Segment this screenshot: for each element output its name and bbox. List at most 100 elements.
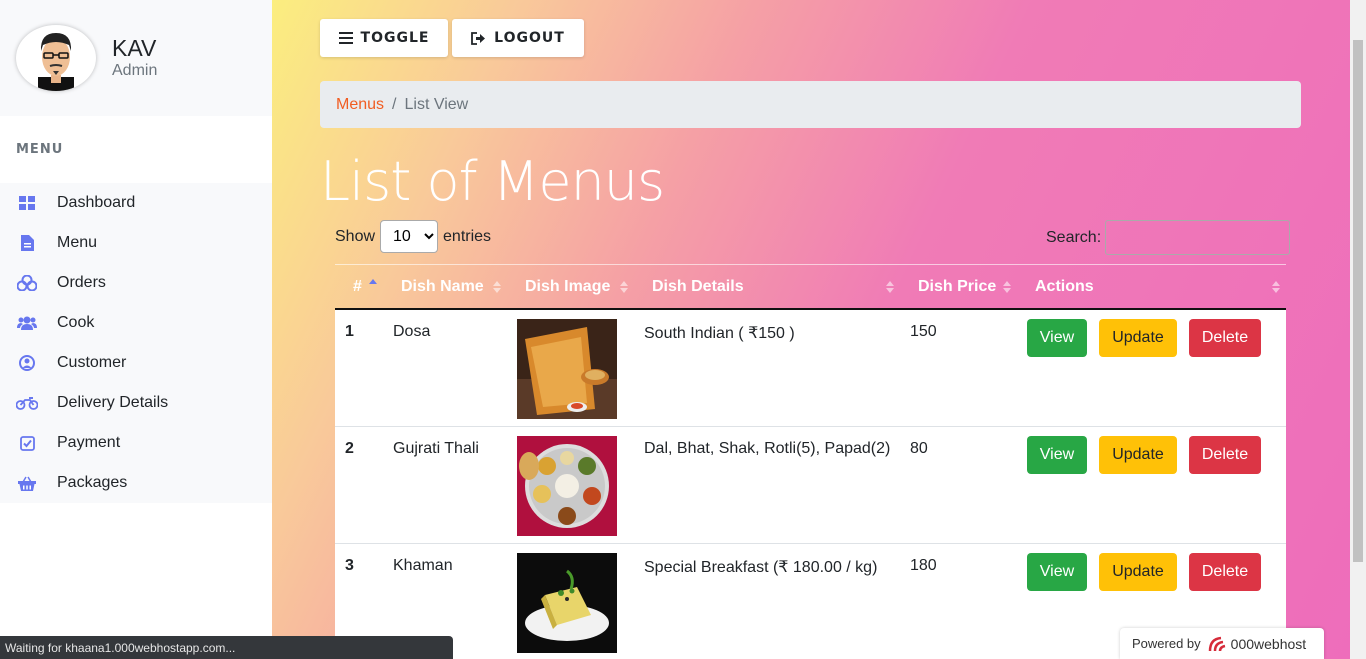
sidebar-item-orders[interactable]: Orders: [0, 263, 272, 303]
dish-details: South Indian ( ₹150 ): [644, 325, 795, 342]
cubes-icon: [16, 274, 38, 292]
sort-icon: [1003, 281, 1011, 293]
search-input[interactable]: [1105, 220, 1291, 255]
table-header: # Dish Name Dish Image Dish Details Dish…: [335, 264, 1286, 310]
sidebar-item-delivery-details[interactable]: Delivery Details: [0, 383, 272, 423]
view-button[interactable]: View: [1027, 319, 1087, 357]
powered-by-badge[interactable]: Powered by 000webhost: [1120, 628, 1324, 659]
sign-out-icon: [471, 31, 486, 45]
column-header-dish-details[interactable]: Dish Details: [652, 265, 744, 309]
dish-image-gujrati-thali: [517, 436, 617, 536]
dish-price: 80: [910, 440, 928, 457]
page-scrollbar[interactable]: [1350, 0, 1366, 659]
view-button[interactable]: View: [1027, 553, 1087, 591]
sidebar-item-label: Delivery Details: [57, 394, 169, 411]
dish-name: Gujrati Thali: [393, 440, 479, 457]
sidebar-item-menu[interactable]: Menu: [0, 223, 272, 263]
column-header-dish-image[interactable]: Dish Image: [525, 265, 610, 309]
sidebar-item-label: Menu: [57, 234, 98, 251]
dish-price: 150: [910, 323, 937, 340]
dish-details: Dal, Bhat, Shak, Rotli(5), Papad(2): [644, 440, 891, 457]
delete-button[interactable]: Delete: [1189, 436, 1261, 474]
delete-button[interactable]: Delete: [1189, 319, 1261, 357]
update-button[interactable]: Update: [1099, 319, 1177, 357]
logout-button[interactable]: LOGOUT: [452, 19, 584, 57]
users-icon: [16, 314, 38, 332]
update-button[interactable]: Update: [1099, 553, 1177, 591]
profile-name: KAV: [112, 35, 157, 61]
sidebar-item-customer[interactable]: Customer: [0, 343, 272, 383]
column-header-label: Dish Details: [652, 278, 744, 295]
sort-icon: [1272, 281, 1280, 293]
table-row: 1 Dosa South Indian ( ₹150 ) 150 View Up…: [335, 310, 1286, 427]
table-row: 2 Gujrati Thali Dal, Bhat, Shak, Rotli(5…: [335, 427, 1286, 544]
dish-name: Khaman: [393, 557, 453, 574]
sidebar-item-payment[interactable]: Payment: [0, 423, 272, 463]
column-header-actions[interactable]: Actions: [1035, 265, 1094, 309]
sort-icon: [886, 281, 894, 293]
row-number: 1: [345, 323, 354, 340]
column-header-dish-name[interactable]: Dish Name: [401, 265, 484, 309]
column-header-label: Dish Image: [525, 278, 611, 295]
entries-select[interactable]: 10: [380, 220, 439, 253]
row-number: 2: [345, 440, 354, 457]
logout-label: LOGOUT: [494, 30, 565, 46]
column-header-dish-price[interactable]: Dish Price: [918, 265, 996, 309]
delete-button[interactable]: Delete: [1189, 553, 1261, 591]
breadcrumb-link-menus[interactable]: Menus: [336, 96, 384, 114]
powered-by-label: Powered by: [1132, 636, 1201, 651]
sidebar: KAV Admin MENU Dashboard Menu Orders Coo…: [0, 0, 272, 659]
sidebar-item-label: Dashboard: [57, 194, 136, 211]
menu-heading: MENU: [16, 142, 64, 157]
table-search: Search:: [1046, 220, 1291, 255]
dashboard-icon: [16, 194, 38, 212]
sidebar-item-label: Customer: [57, 354, 127, 371]
sort-icon: [620, 281, 628, 293]
check-square-icon: [16, 434, 38, 452]
column-header-label: Actions: [1035, 278, 1094, 295]
sidebar-item-label: Payment: [57, 434, 121, 451]
page-title: List of Menus: [320, 150, 665, 213]
sidebar-item-label: Cook: [57, 314, 95, 331]
column-header-label: Dish Price: [918, 278, 997, 295]
basket-icon: [16, 474, 38, 492]
search-label: Search:: [1046, 228, 1102, 246]
sort-icon: [493, 281, 501, 293]
sidebar-item-label: Orders: [57, 274, 106, 291]
row-number: 3: [345, 557, 354, 574]
sort-asc-icon: [369, 279, 377, 284]
sidebar-item-dashboard[interactable]: Dashboard: [0, 183, 272, 223]
file-icon: [16, 234, 38, 252]
sidebar-item-packages[interactable]: Packages: [0, 463, 272, 503]
dish-image-khaman: [517, 553, 617, 653]
breadcrumb: Menus / List View: [320, 81, 1301, 128]
user-circle-icon: [16, 354, 38, 372]
sidebar-nav: Dashboard Menu Orders Cook Customer Deli…: [0, 183, 272, 503]
table-body: 1 Dosa South Indian ( ₹150 ) 150 View Up…: [335, 310, 1286, 659]
profile-role: Admin: [112, 62, 158, 79]
scrollbar-thumb[interactable]: [1353, 40, 1363, 562]
breadcrumb-current: List View: [404, 95, 469, 113]
show-label: Show: [335, 227, 376, 245]
profile-card: KAV Admin: [0, 0, 272, 116]
breadcrumb-separator: /: [392, 95, 397, 113]
avatar[interactable]: [16, 25, 96, 91]
dish-price: 180: [910, 557, 937, 574]
column-header-number[interactable]: #: [353, 265, 362, 309]
motorcycle-icon: [16, 394, 38, 412]
entries-label: entries: [443, 227, 492, 245]
toggle-button[interactable]: TOGGLE: [320, 19, 448, 57]
column-header-label: #: [353, 278, 362, 295]
entries-length-control: Show 10 entries: [335, 220, 491, 253]
bars-icon: [338, 32, 353, 44]
toggle-label: TOGGLE: [360, 30, 430, 46]
view-button[interactable]: View: [1027, 436, 1087, 474]
browser-status-bar: Waiting for khaana1.000webhostapp.com...: [0, 636, 453, 659]
webhost-brand: 000webhost: [1230, 635, 1307, 652]
sidebar-item-label: Packages: [57, 474, 128, 491]
webhost-logo-icon: [1208, 636, 1225, 651]
update-button[interactable]: Update: [1099, 436, 1177, 474]
sidebar-item-cook[interactable]: Cook: [0, 303, 272, 343]
column-header-label: Dish Name: [401, 278, 484, 295]
dish-image-dosa: [517, 319, 617, 419]
